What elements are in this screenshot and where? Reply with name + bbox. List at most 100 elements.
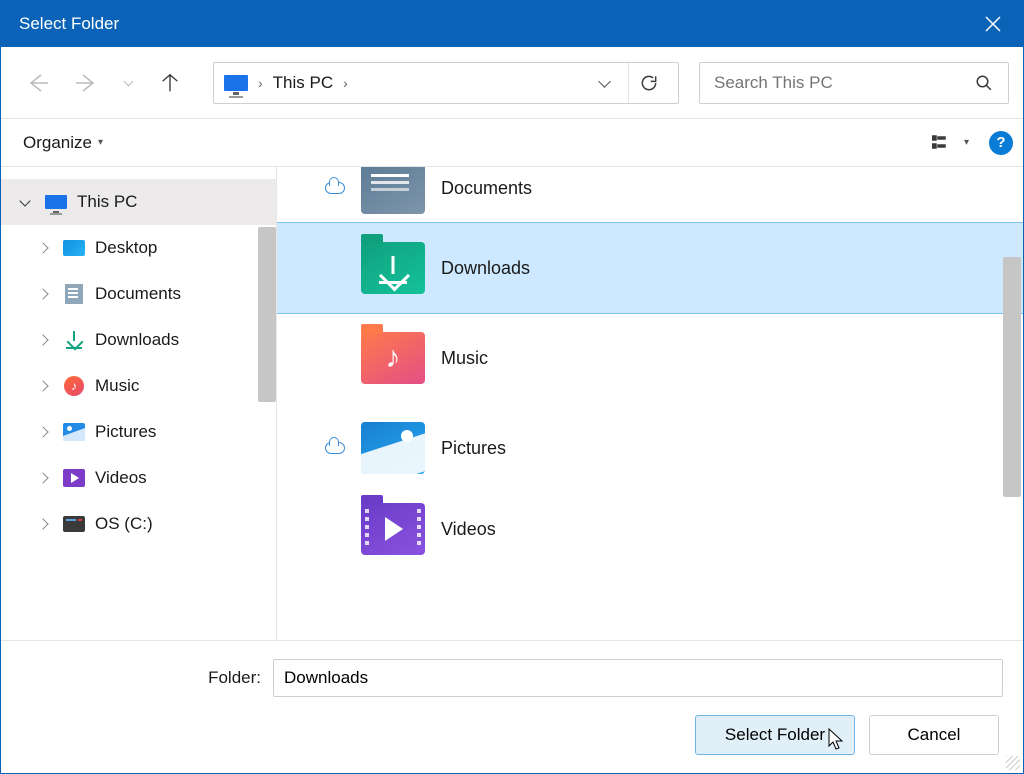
dropdown-caret-icon: ▾ <box>98 137 103 148</box>
select-folder-dialog: Select Folder › This PC › <box>0 0 1024 774</box>
select-folder-button[interactable]: Select Folder <box>695 715 855 755</box>
resize-grip[interactable] <box>1006 756 1020 770</box>
chevron-right-icon <box>37 426 48 437</box>
chevron-down-icon <box>123 76 133 86</box>
chevron-down-icon <box>598 75 611 88</box>
titlebar[interactable]: Select Folder <box>1 1 1023 47</box>
tree-label: Desktop <box>95 238 157 258</box>
tree-this-pc[interactable]: This PC <box>1 179 276 225</box>
folder-icon <box>353 503 433 555</box>
expand-caret[interactable] <box>33 474 53 482</box>
main-scrollbar[interactable] <box>1003 257 1021 497</box>
cloud-icon <box>325 182 345 194</box>
folder-name-input[interactable] <box>273 659 1003 697</box>
chevron-right-icon <box>37 334 48 345</box>
tree-music[interactable]: Music <box>1 363 276 409</box>
music-icon <box>61 375 87 397</box>
button-label: Select Folder <box>725 725 825 744</box>
dropdown-caret-icon: ▾ <box>964 137 969 148</box>
expand-caret[interactable] <box>33 244 53 252</box>
tree-downloads[interactable]: Downloads <box>1 317 276 363</box>
close-icon <box>984 15 1002 33</box>
view-options-button[interactable]: ▾ <box>926 130 975 156</box>
organize-menu[interactable]: Organize ▾ <box>15 129 111 157</box>
folder-documents[interactable]: Documents <box>277 167 1023 223</box>
nav-row: › This PC › <box>1 47 1023 119</box>
tree-videos[interactable]: Videos <box>1 455 276 501</box>
expand-caret[interactable] <box>33 428 53 436</box>
tree-pictures[interactable]: Pictures <box>1 409 276 455</box>
this-pc-icon <box>224 75 248 91</box>
help-button[interactable]: ? <box>989 131 1013 155</box>
tree-label: OS (C:) <box>95 514 153 534</box>
chevron-right-icon <box>37 288 48 299</box>
forward-button[interactable] <box>73 70 99 96</box>
expand-caret[interactable] <box>33 336 53 344</box>
chevron-right-icon <box>37 242 48 253</box>
tree-documents[interactable]: Documents <box>1 271 276 317</box>
sidebar-scrollbar[interactable] <box>258 227 276 402</box>
cancel-button[interactable]: Cancel <box>869 715 999 755</box>
navigation-pane[interactable]: This PC Desktop Documents Downloads Musi <box>1 167 277 640</box>
window-title: Select Folder <box>19 14 119 34</box>
back-arrow-icon <box>26 71 50 95</box>
up-arrow-icon <box>159 72 181 94</box>
this-pc-icon <box>43 191 69 213</box>
tree-drive-c[interactable]: OS (C:) <box>1 501 276 547</box>
folder-downloads[interactable]: Downloads <box>277 223 1023 313</box>
chevron-down-icon <box>19 195 30 206</box>
chevron-right-icon <box>37 472 48 483</box>
videos-icon <box>61 467 87 489</box>
chevron-right-icon <box>37 380 48 391</box>
tree-label: This PC <box>77 192 137 212</box>
folder-label: Music <box>433 348 488 369</box>
folder-label: Videos <box>433 519 496 540</box>
tree-label: Music <box>95 376 139 396</box>
breadcrumb-this-pc[interactable]: This PC <box>273 73 333 93</box>
up-button[interactable] <box>157 70 183 96</box>
cursor-icon <box>828 728 848 752</box>
search-button[interactable] <box>970 74 998 92</box>
search-icon <box>975 74 993 92</box>
tree-label: Downloads <box>95 330 179 350</box>
tree-desktop[interactable]: Desktop <box>1 225 276 271</box>
recent-dropdown[interactable] <box>121 70 135 96</box>
dialog-buttons: Select Folder Cancel <box>21 715 1003 755</box>
refresh-icon <box>639 73 659 93</box>
dialog-footer: Folder: Select Folder Cancel <box>1 640 1023 773</box>
folder-music[interactable]: Music <box>277 313 1023 403</box>
folder-icon <box>353 422 433 474</box>
pictures-icon <box>61 421 87 443</box>
tree-label: Documents <box>95 284 181 304</box>
tree-label: Pictures <box>95 422 156 442</box>
close-button[interactable] <box>963 1 1023 47</box>
downloads-icon <box>61 329 87 351</box>
cloud-icon <box>325 442 345 454</box>
sync-status <box>317 182 353 194</box>
view-list-icon <box>932 134 954 152</box>
chevron-right-icon <box>37 518 48 529</box>
drive-icon <box>61 513 87 535</box>
address-bar[interactable]: › This PC › <box>213 62 679 104</box>
search-input[interactable] <box>714 73 970 93</box>
expand-caret[interactable] <box>33 382 53 390</box>
help-icon: ? <box>996 134 1005 151</box>
expand-caret[interactable] <box>33 520 53 528</box>
expand-caret[interactable] <box>33 290 53 298</box>
folder-icon <box>353 167 433 214</box>
folder-label: Documents <box>433 178 532 199</box>
search-bar[interactable] <box>699 62 1009 104</box>
address-history-dropdown[interactable] <box>584 63 624 103</box>
body: This PC Desktop Documents Downloads Musi <box>1 167 1023 640</box>
desktop-icon <box>61 237 87 259</box>
sync-status <box>317 442 353 454</box>
collapse-caret[interactable] <box>15 197 35 208</box>
folder-list[interactable]: Documents Downloads Music Pictures Video <box>277 167 1023 640</box>
folder-pictures[interactable]: Pictures <box>277 403 1023 493</box>
folder-label: Downloads <box>433 258 530 279</box>
refresh-button[interactable] <box>628 63 668 103</box>
folder-icon <box>353 332 433 384</box>
folder-videos[interactable]: Videos <box>277 493 1023 565</box>
back-button[interactable] <box>25 70 51 96</box>
nav-arrows <box>15 70 193 96</box>
